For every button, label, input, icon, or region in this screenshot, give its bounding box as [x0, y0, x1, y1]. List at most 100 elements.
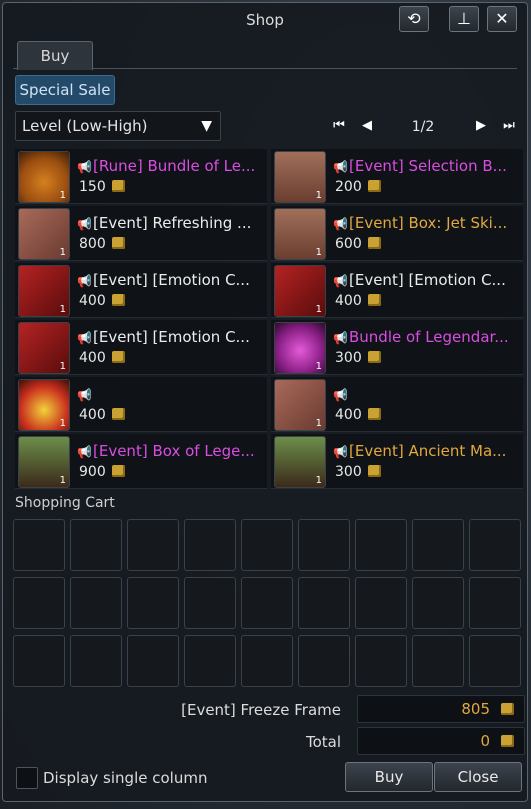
item-price: 300: [335, 350, 381, 366]
emotion-card-icon: 1: [274, 265, 326, 317]
shop-item[interactable]: 1 📢Bundle of Legendar... 300: [271, 320, 523, 375]
close-button[interactable]: Close: [434, 762, 522, 792]
item-quantity: 1: [59, 475, 66, 486]
shop-item[interactable]: 1 📢 400: [15, 377, 267, 432]
shop-window: Shop ⟲ ⊥ ✕ Buy Special Sale Level (Low-H…: [2, 2, 528, 802]
refresh-button[interactable]: ⟲: [399, 6, 429, 32]
prev-page-button[interactable]: ◀: [359, 117, 375, 135]
item-quantity: 1: [315, 247, 322, 258]
item-price: 400: [79, 350, 125, 366]
item-price-value: 900: [79, 464, 106, 480]
item-quantity: 1: [59, 247, 66, 258]
cart-slot[interactable]: [469, 519, 521, 571]
item-price-value: 400: [79, 293, 106, 309]
cart-slot[interactable]: [70, 635, 122, 687]
megaphone-icon: 📢: [77, 388, 92, 402]
cart-slot[interactable]: [13, 519, 65, 571]
category-special-sale[interactable]: Special Sale: [15, 75, 115, 105]
cart-slot[interactable]: [355, 519, 407, 571]
cart-slot[interactable]: [70, 519, 122, 571]
minimize-icon: ⊥: [457, 9, 471, 28]
cart-slot[interactable]: [241, 635, 293, 687]
freeze-frame-label: [Event] Freeze Frame: [181, 701, 341, 719]
cart-slot[interactable]: [127, 635, 179, 687]
item-quantity: 1: [59, 304, 66, 315]
cart-slot[interactable]: [355, 635, 407, 687]
cart-slot[interactable]: [127, 519, 179, 571]
next-page-icon: ▶: [476, 118, 486, 133]
item-quantity: 1: [59, 190, 66, 201]
item-name-text: [Event] Ancient Ma...: [349, 442, 507, 460]
last-page-button[interactable]: ⏭: [501, 117, 517, 135]
shop-item[interactable]: 1 📢[Event] Box: Jet Ski... 600: [271, 206, 523, 261]
currency-icon: [111, 294, 125, 306]
emotion-card-icon: 1: [18, 265, 70, 317]
cart-slot[interactable]: [13, 577, 65, 629]
cart-slot[interactable]: [70, 577, 122, 629]
first-page-button[interactable]: ⏮: [331, 117, 347, 135]
megaphone-icon: 📢: [77, 217, 92, 231]
shop-item[interactable]: 1 📢[Rune] Bundle of Le... 150: [15, 149, 267, 204]
treasure-chest-icon: 1: [274, 436, 326, 488]
item-price-value: 400: [335, 293, 362, 309]
item-price: 400: [79, 407, 125, 423]
item-price: 400: [79, 293, 125, 309]
item-quantity: 1: [59, 361, 66, 372]
close-window-button[interactable]: ✕: [487, 6, 517, 32]
shop-item[interactable]: 1 📢 400: [271, 377, 523, 432]
currency-icon: [367, 351, 381, 363]
shop-item[interactable]: 1 📢[Event] Selection B... 200: [271, 149, 523, 204]
shop-item[interactable]: 1 📢[Event] Ancient Ma... 300: [271, 434, 523, 489]
sort-dropdown[interactable]: Level (Low-High) ▼: [15, 111, 221, 141]
megaphone-icon: 📢: [333, 160, 348, 174]
item-price: 900: [79, 464, 125, 480]
item-price-value: 200: [335, 179, 362, 195]
cart-slot[interactable]: [412, 519, 464, 571]
item-name: 📢: [333, 385, 521, 403]
item-name-text: [Event] Box of Lege...: [93, 442, 255, 460]
freeze-frame-value: 805: [357, 695, 525, 723]
item-name: 📢[Event] [Emotion C...: [333, 271, 521, 289]
cart-slot[interactable]: [298, 577, 350, 629]
shop-item[interactable]: 1 📢[Event] [Emotion C... 400: [271, 263, 523, 318]
shop-item[interactable]: 1 📢[Event] [Emotion C... 400: [15, 320, 267, 375]
cart-slot[interactable]: [127, 577, 179, 629]
minimize-button[interactable]: ⊥: [449, 6, 479, 32]
cart-slot[interactable]: [469, 577, 521, 629]
item-quantity: 1: [59, 418, 66, 429]
tab-buy[interactable]: Buy: [17, 41, 93, 70]
cart-slot[interactable]: [241, 519, 293, 571]
page-indicator: 1/2: [411, 119, 435, 135]
pouch-icon: 1: [274, 322, 326, 374]
item-quantity: 1: [315, 304, 322, 315]
title-bar[interactable]: Shop ⟲ ⊥ ✕: [3, 3, 527, 35]
single-column-checkbox[interactable]: [16, 767, 38, 789]
cart-slot[interactable]: [184, 519, 236, 571]
cart-slot[interactable]: [184, 635, 236, 687]
sort-selected-label: Level (Low-High): [22, 117, 148, 135]
item-price-value: 400: [335, 407, 362, 423]
megaphone-icon: 📢: [77, 331, 92, 345]
item-name: 📢[Event] Selection B...: [333, 157, 521, 175]
item-name: 📢[Event] Ancient Ma...: [333, 442, 521, 460]
shop-item[interactable]: 1 📢[Event] Box of Lege... 900: [15, 434, 267, 489]
shop-item[interactable]: 1 📢[Event] Refreshing ... 800: [15, 206, 267, 261]
cart-slot[interactable]: [241, 577, 293, 629]
cart-slot[interactable]: [13, 635, 65, 687]
item-price-value: 400: [79, 350, 106, 366]
item-name: 📢Bundle of Legendar...: [333, 328, 521, 346]
cart-slot[interactable]: [298, 635, 350, 687]
cart-slot[interactable]: [298, 519, 350, 571]
cart-slot[interactable]: [412, 635, 464, 687]
buy-button[interactable]: Buy: [345, 762, 433, 792]
cart-slot[interactable]: [412, 577, 464, 629]
item-name: 📢[Rune] Bundle of Le...: [77, 157, 265, 175]
item-name: 📢: [77, 385, 265, 403]
item-name: 📢[Event] Box of Lege...: [77, 442, 265, 460]
cart-slot[interactable]: [355, 577, 407, 629]
cart-slot[interactable]: [469, 635, 521, 687]
shop-item[interactable]: 1 📢[Event] [Emotion C... 400: [15, 263, 267, 318]
item-name-text: [Event] [Emotion C...: [349, 271, 506, 289]
cart-slot[interactable]: [184, 577, 236, 629]
next-page-button[interactable]: ▶: [473, 117, 489, 135]
